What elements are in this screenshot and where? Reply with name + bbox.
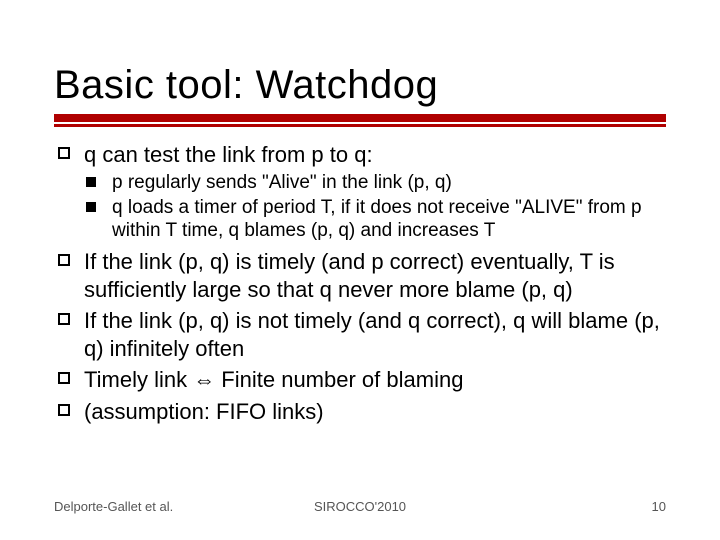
sub-bullet-text: q loads a timer of period T, if it does … xyxy=(112,197,642,241)
bullet-item: If the link (p, q) is timely (and p corr… xyxy=(54,248,666,303)
bullet-text: If the link (p, q) is not timely (and q … xyxy=(84,308,660,361)
bullet-text: If the link (p, q) is timely (and p corr… xyxy=(84,249,615,302)
bullet-text: Timely link ⇔ Finite number of blaming xyxy=(84,367,463,392)
bullet-item: q can test the link from p to q: p regul… xyxy=(54,141,666,242)
sub-bullet-list: p regularly sends "Alive" in the link (p… xyxy=(84,171,666,243)
slide-title: Basic tool: Watchdog xyxy=(54,64,666,106)
title-underline xyxy=(54,114,666,127)
bullet-item: (assumption: FIFO links) xyxy=(54,398,666,426)
slide: Basic tool: Watchdog q can test the link… xyxy=(0,0,720,540)
bullet-item: Timely link ⇔ Finite number of blaming xyxy=(54,366,666,394)
bullet-text: q can test the link from p to q: xyxy=(84,142,373,167)
slide-body: q can test the link from p to q: p regul… xyxy=(54,141,666,425)
bullet-item: If the link (p, q) is not timely (and q … xyxy=(54,307,666,362)
bullet-list: q can test the link from p to q: p regul… xyxy=(54,141,666,425)
sub-bullet-text: p regularly sends "Alive" in the link (p… xyxy=(112,172,452,193)
sub-bullet-item: p regularly sends "Alive" in the link (p… xyxy=(84,171,666,194)
bullet-text: (assumption: FIFO links) xyxy=(84,399,324,424)
footer-center: SIROCCO'2010 xyxy=(0,499,720,514)
sub-bullet-item: q loads a timer of period T, if it does … xyxy=(84,196,666,242)
slide-footer: Delporte-Gallet et al. SIROCCO'2010 10 xyxy=(0,499,720,514)
